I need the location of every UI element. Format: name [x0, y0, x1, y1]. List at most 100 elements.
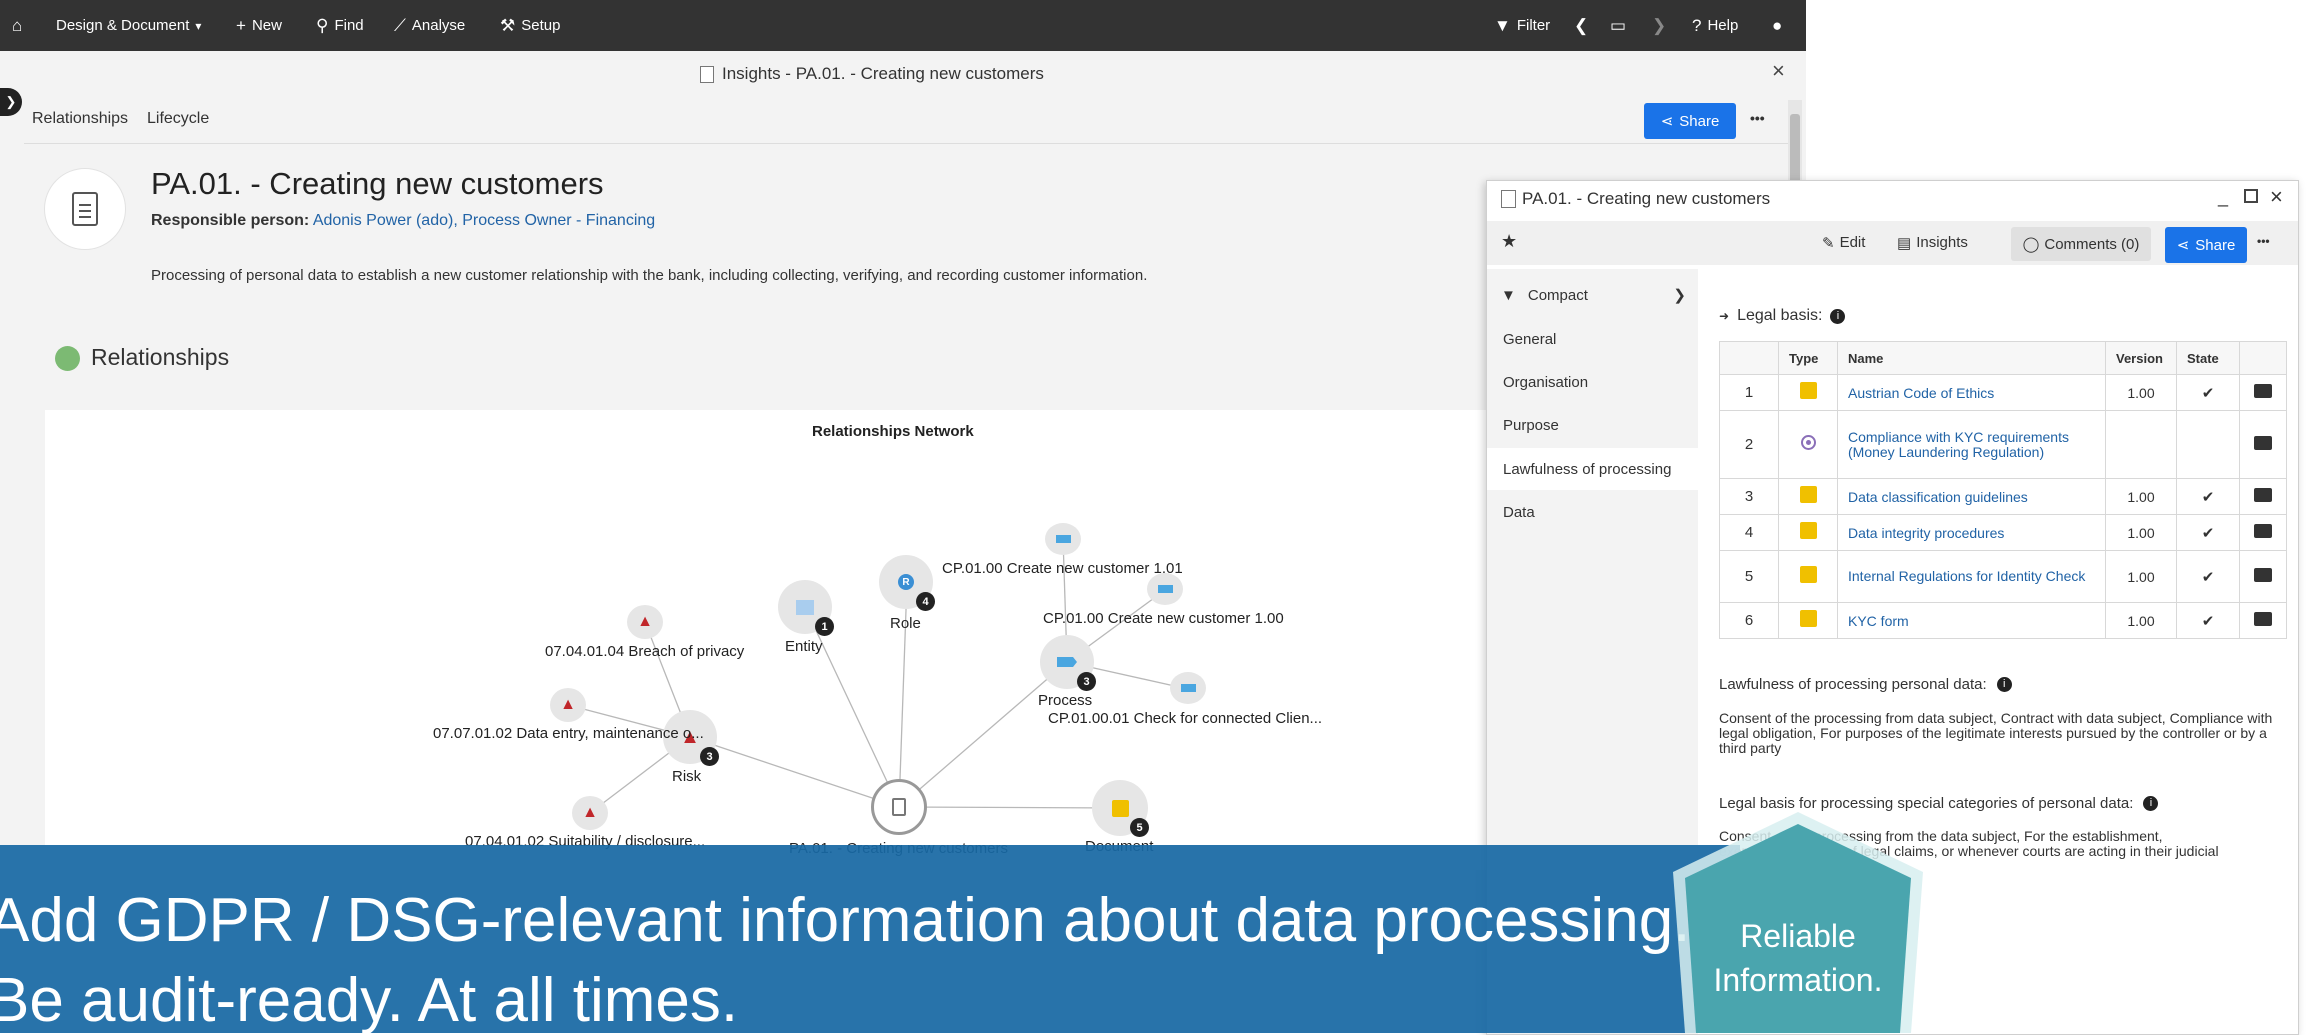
open-document-icon[interactable] — [2254, 567, 2272, 582]
process-icon — [1055, 535, 1071, 543]
badge-text: Reliable Information. — [1713, 918, 1883, 998]
filter-button[interactable]: ▼ Filter — [1494, 0, 1550, 51]
nav-lawfulness[interactable]: Lawfulness of processing — [1487, 448, 1698, 490]
open-document-icon[interactable] — [2254, 523, 2272, 538]
responsible-person-link[interactable]: Adonis Power (ado), Process Owner - Fina… — [313, 212, 655, 229]
panel-more-button[interactable]: ••• — [2257, 234, 2270, 248]
table-row[interactable]: 5 Internal Regulations for Identity Chec… — [1719, 550, 2287, 603]
process-icon — [1057, 657, 1077, 667]
process-leaf-label: CP.01.00 Create new customer 1.00 — [1043, 610, 1284, 627]
more-button[interactable]: ••• — [1750, 110, 1765, 126]
nav-general[interactable]: General — [1487, 318, 1698, 360]
process-leaf-node[interactable] — [1045, 523, 1081, 555]
col-version: Version — [2105, 341, 2177, 375]
entity-node[interactable]: 1 — [778, 580, 834, 636]
close-button[interactable]: × — [1772, 58, 1785, 84]
chevron-right-icon: ❯ — [1652, 15, 1667, 35]
user-button[interactable]: ● — [1772, 0, 1782, 51]
open-document-icon[interactable] — [2254, 487, 2272, 502]
process-count-badge: 3 — [1077, 672, 1096, 691]
risk-leaf-node[interactable]: ▲ — [627, 605, 663, 639]
state-check-icon: ✔ — [2176, 374, 2240, 411]
minimize-button[interactable]: _ — [2218, 187, 2228, 208]
menu-find[interactable]: ⚲ Find — [316, 0, 364, 51]
warning-icon: ▲ — [560, 696, 576, 713]
process-leaf-label: CP.01.00.01 Check for connected Clien... — [1048, 710, 1323, 727]
plus-icon: + — [236, 15, 246, 35]
nav-organisation[interactable]: Organisation — [1487, 361, 1698, 403]
nav-purpose[interactable]: Purpose — [1487, 404, 1698, 446]
state-check-icon: ✔ — [2176, 550, 2240, 603]
role-node[interactable]: R 4 — [879, 555, 935, 611]
window-icon: ▭ — [1610, 15, 1627, 35]
window-button[interactable]: ▭ — [1610, 0, 1626, 51]
edit-icon: ✎ — [1822, 235, 1835, 252]
center-node[interactable] — [871, 779, 927, 835]
share-button[interactable]: ⋖ Share — [1644, 103, 1736, 139]
home-button[interactable]: ⌂ — [12, 0, 22, 51]
risk-leaf-node[interactable]: ▲ — [550, 688, 586, 722]
menu-design-document[interactable]: Design & Document ▾ — [56, 0, 201, 51]
panel-share-button[interactable]: ⋖ Share — [2165, 227, 2247, 263]
share-icon: ⋖ — [1660, 113, 1674, 130]
process-node[interactable]: 3 — [1040, 635, 1096, 691]
legal-basis-label: ➜ Legal basis: i — [1719, 307, 1846, 325]
relationships-heading: Relationships — [91, 344, 230, 370]
process-icon — [1157, 585, 1173, 593]
top-toolbar: ⌂ Design & Document ▾ + New ⚲ Find ⟋ Analyse… — [0, 0, 1806, 51]
chevron-down-icon: ▾ — [195, 18, 202, 33]
legal-basis-table: Type Name Version State 1 Austrian Code … — [1719, 341, 2287, 639]
help-button[interactable]: ? Help — [1692, 0, 1738, 51]
status-dot — [55, 346, 80, 371]
edit-button[interactable]: ✎ Edit — [1822, 234, 1865, 252]
state-check-icon: ✔ — [2176, 514, 2240, 551]
risk-leaf-label: 07.07.01.02 Data entry, maintenance o... — [433, 725, 704, 742]
table-row[interactable]: 4 Data integrity procedures 1.00 ✔ — [1719, 514, 2287, 551]
comments-button[interactable]: ◯ Comments (0) — [2011, 227, 2151, 261]
table-row[interactable]: 1 Austrian Code of Ethics 1.00 ✔ — [1719, 374, 2287, 411]
back-button[interactable]: ❮ — [1574, 0, 1588, 51]
col-type: Type — [1778, 341, 1838, 375]
process-leaf-label: CP.01.00 Create new customer 1.01 — [942, 560, 1183, 577]
forward-button[interactable]: ❯ — [1652, 0, 1666, 51]
menu-analyse[interactable]: ⟋ Analyse — [394, 0, 465, 51]
table-row[interactable]: 6 KYC form 1.00 ✔ — [1719, 602, 2287, 639]
open-document-icon[interactable] — [2254, 383, 2272, 398]
process-leaf-node[interactable] — [1147, 573, 1183, 605]
banner-line-1: Add GDPR / DSG-relevant information abou… — [0, 886, 1691, 955]
warning-icon: ▲ — [637, 613, 653, 630]
filter-icon: ▼ — [1501, 286, 1516, 304]
col-index — [1719, 341, 1779, 375]
menu-new[interactable]: + New — [236, 0, 282, 51]
tab-relationships[interactable]: Relationships — [32, 110, 128, 128]
process-label: Process — [1038, 692, 1093, 709]
insights-button[interactable]: ▤ Insights — [1897, 234, 1968, 252]
document-node[interactable]: 5 — [1092, 780, 1149, 837]
tab-lifecycle[interactable]: Lifecycle — [147, 110, 209, 128]
open-document-icon[interactable] — [2254, 435, 2272, 450]
help-icon: ? — [1692, 15, 1702, 35]
table-row[interactable]: 3 Data classification guidelines 1.00 ✔ — [1719, 478, 2287, 515]
chart-icon: ⟋ — [394, 15, 406, 35]
nav-compact[interactable]: ▼ Compact ❯ — [1487, 274, 1698, 316]
chevron-right-icon: ❯ — [1673, 287, 1686, 304]
lawfulness-text: Consent of the processing from data subj… — [1719, 710, 2273, 756]
info-icon: i — [1830, 308, 1846, 324]
col-state: State — [2176, 341, 2240, 375]
document-icon — [1501, 190, 1516, 208]
note-icon — [1799, 610, 1817, 627]
nav-data[interactable]: Data — [1487, 491, 1698, 533]
maximize-button[interactable] — [2244, 189, 2258, 203]
entity-count-badge: 1 — [815, 617, 834, 636]
promo-banner: Add GDPR / DSG-relevant information abou… — [0, 845, 1740, 1033]
panel-close-button[interactable]: × — [2270, 184, 2283, 210]
reliable-information-badge: Reliable Information. — [1663, 808, 1933, 1033]
star-icon[interactable]: ★ — [1501, 231, 1517, 252]
requirement-icon — [1800, 435, 1816, 450]
table-row[interactable]: 2 Compliance with KYC requirements (Mone… — [1719, 410, 2287, 479]
menu-setup[interactable]: ⚒ Setup — [500, 0, 560, 51]
risk-leaf-node[interactable]: ▲ — [572, 796, 608, 830]
warning-icon: ▲ — [582, 804, 598, 821]
open-document-icon[interactable] — [2254, 611, 2272, 626]
process-leaf-node[interactable] — [1170, 672, 1206, 704]
